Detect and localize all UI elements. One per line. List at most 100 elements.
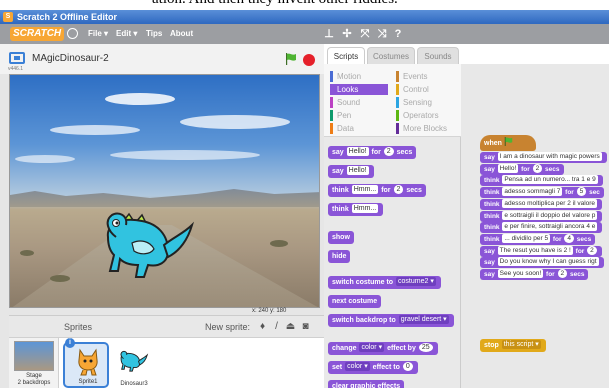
block-input[interactable]: 2: [532, 163, 543, 173]
block-input[interactable]: ... dividilo per 5: [502, 233, 551, 243]
green-flag-icon[interactable]: [285, 53, 297, 65]
block-input[interactable]: Pensa ad un numero... tra 1 e 9: [502, 175, 598, 185]
category-events[interactable]: Events: [396, 71, 454, 82]
block-input[interactable]: The resut you have is 2 !: [497, 245, 573, 255]
script-block-say[interactable]: say The resut you have is 2 ! for 2: [480, 245, 602, 257]
block-switch-costume[interactable]: switch costume to costume2 ▾: [328, 276, 441, 289]
block-input[interactable]: 2: [557, 269, 568, 278]
block-input[interactable]: adesso moltiplica per 2 il valore: [502, 198, 598, 208]
script-block-think[interactable]: think ... dividilo per 5 for 4 secs: [480, 233, 596, 245]
tab-sounds[interactable]: Sounds: [417, 47, 459, 64]
help-icon[interactable]: ?: [392, 28, 404, 40]
block-text: for: [381, 187, 391, 194]
backdrop-dropdown[interactable]: gravel desert ▾: [398, 315, 449, 324]
block-next-costume[interactable]: next costume: [328, 295, 382, 308]
block-input[interactable]: See you soon!: [497, 269, 544, 278]
sprite-pane: Sprites New sprite: ♦ / ⏏ ◙ Stage 2 back…: [9, 315, 324, 388]
dinosaur-sprite[interactable]: [102, 193, 197, 283]
block-input[interactable]: e per finire, sottraigli ancora 4 e: [502, 222, 598, 232]
stop-dropdown[interactable]: this script ▾: [501, 340, 541, 349]
category-motion[interactable]: Motion: [330, 71, 388, 82]
block-say-for-secs[interactable]: say Hello! for 2 secs: [328, 146, 417, 159]
block-input[interactable]: Hmm...: [351, 185, 379, 194]
script-block-say[interactable]: say I am a dinosaur with magic powers: [480, 152, 607, 163]
block-think[interactable]: think Hmm...: [328, 203, 384, 216]
category-sensing[interactable]: Sensing: [396, 97, 454, 108]
block-input[interactable]: 0: [402, 362, 413, 371]
script-block-say[interactable]: say Do you know why I can guess rigt: [480, 257, 604, 269]
block-input[interactable]: I am a dinosaur with magic powers: [497, 152, 602, 161]
duplicate-stamp-icon[interactable]: ⊥: [323, 28, 335, 40]
block-change-effect[interactable]: change color ▾ effect by 25: [328, 342, 438, 355]
choose-sprite-library-icon[interactable]: ♦: [257, 321, 268, 332]
category-control[interactable]: Control: [396, 84, 454, 95]
script-block-think[interactable]: think e sottraigli il doppio del valore …: [480, 210, 603, 222]
effect-dropdown[interactable]: color ▾: [359, 343, 385, 352]
desert-shrub: [50, 275, 70, 282]
desert-shrub: [270, 240, 288, 247]
effect-dropdown[interactable]: color ▾: [345, 362, 370, 371]
camera-sprite-icon[interactable]: ◙: [300, 321, 311, 332]
category-operators[interactable]: Operators: [396, 110, 454, 121]
block-input[interactable]: 4: [564, 233, 574, 243]
new-sprite-label: New sprite:: [205, 322, 251, 332]
paint-new-sprite-icon[interactable]: /: [271, 321, 282, 332]
block-input[interactable]: 2: [393, 185, 404, 194]
block-hide[interactable]: hide: [328, 250, 351, 263]
script-block-think[interactable]: think adesso moltiplica per 2 il valore: [480, 198, 603, 210]
block-input[interactable]: 25: [418, 343, 433, 352]
block-text: change: [332, 345, 357, 352]
menu-file[interactable]: File ▾: [88, 27, 108, 41]
category-looks[interactable]: Looks: [330, 84, 388, 95]
block-think-for-secs[interactable]: think Hmm... for 2 secs: [328, 184, 426, 197]
tab-costumes[interactable]: Costumes: [367, 47, 415, 64]
script-block-say[interactable]: say See you soon! for 2 secs: [480, 269, 589, 280]
tab-scripts[interactable]: Scripts: [327, 47, 365, 64]
block-show[interactable]: show: [328, 231, 354, 244]
script-block-think[interactable]: think e per finire, sottraigli ancora 4 …: [480, 222, 603, 234]
block-input[interactable]: 2: [587, 245, 597, 255]
cut-delete-icon[interactable]: ✢: [341, 28, 353, 40]
block-text: secs: [406, 187, 422, 194]
shrink-icon[interactable]: ⤨: [376, 28, 388, 40]
block-input[interactable]: Hmm...: [351, 204, 379, 213]
block-input[interactable]: Hello!: [346, 166, 369, 175]
block-text: for: [552, 235, 562, 243]
block-input[interactable]: Hello!: [346, 147, 369, 156]
block-switch-backdrop[interactable]: switch backdrop to gravel desert ▾: [328, 314, 454, 327]
when-flag-clicked-block[interactable]: when clicked: [480, 135, 536, 165]
category-data[interactable]: Data: [330, 123, 388, 134]
script-block-think[interactable]: think Pensa ad un numero... tra 1 e 9: [480, 175, 603, 187]
project-name-field[interactable]: MAgicDinosaur-2: [32, 53, 109, 64]
block-input[interactable]: Hello!: [497, 163, 519, 173]
block-text: think: [484, 224, 500, 232]
script-block-say[interactable]: say Hello! for 2 secs: [480, 163, 564, 175]
stage-canvas[interactable]: [9, 74, 320, 308]
block-input[interactable]: e sottraigli il doppio del valore p: [502, 210, 598, 220]
script-block-think[interactable]: think adesso sommagli 7 for 5 sec: [480, 187, 604, 199]
block-input[interactable]: 2: [383, 147, 394, 156]
grow-icon[interactable]: ⤧: [359, 28, 371, 40]
presentation-mode-icon[interactable]: [9, 52, 25, 64]
stop-sign-icon[interactable]: [303, 54, 315, 66]
block-input[interactable]: adesso sommagli 7: [502, 187, 563, 197]
stage-thumbnail[interactable]: Stage 2 backdrops: [9, 338, 59, 388]
caption-text: ation. And then they invent other riddle…: [152, 0, 398, 8]
sprite-tile-dinosaur3[interactable]: Dinosaur3: [111, 342, 157, 388]
block-clear-effects[interactable]: clear graphic effects: [328, 380, 405, 388]
sprite-tile-sprite1[interactable]: i Sprite1: [63, 338, 109, 388]
category-sound[interactable]: Sound: [330, 97, 388, 108]
block-input[interactable]: Do you know why I can guess rigt: [497, 257, 599, 267]
category-more-blocks[interactable]: More Blocks: [396, 123, 454, 134]
upload-sprite-icon[interactable]: ⏏: [285, 321, 296, 332]
block-input[interactable]: 5: [576, 187, 587, 197]
stop-block[interactable]: stop this script ▾: [480, 339, 546, 352]
costume-dropdown[interactable]: costume2 ▾: [396, 277, 436, 286]
menu-tips[interactable]: Tips: [146, 27, 162, 41]
block-set-effect[interactable]: set color ▾ effect to 0: [328, 361, 418, 374]
category-pen[interactable]: Pen: [330, 110, 388, 121]
language-globe-icon[interactable]: [67, 28, 78, 39]
block-say[interactable]: say Hello!: [328, 165, 374, 178]
menu-edit[interactable]: Edit ▾: [116, 27, 137, 41]
menu-about[interactable]: About: [170, 27, 193, 41]
